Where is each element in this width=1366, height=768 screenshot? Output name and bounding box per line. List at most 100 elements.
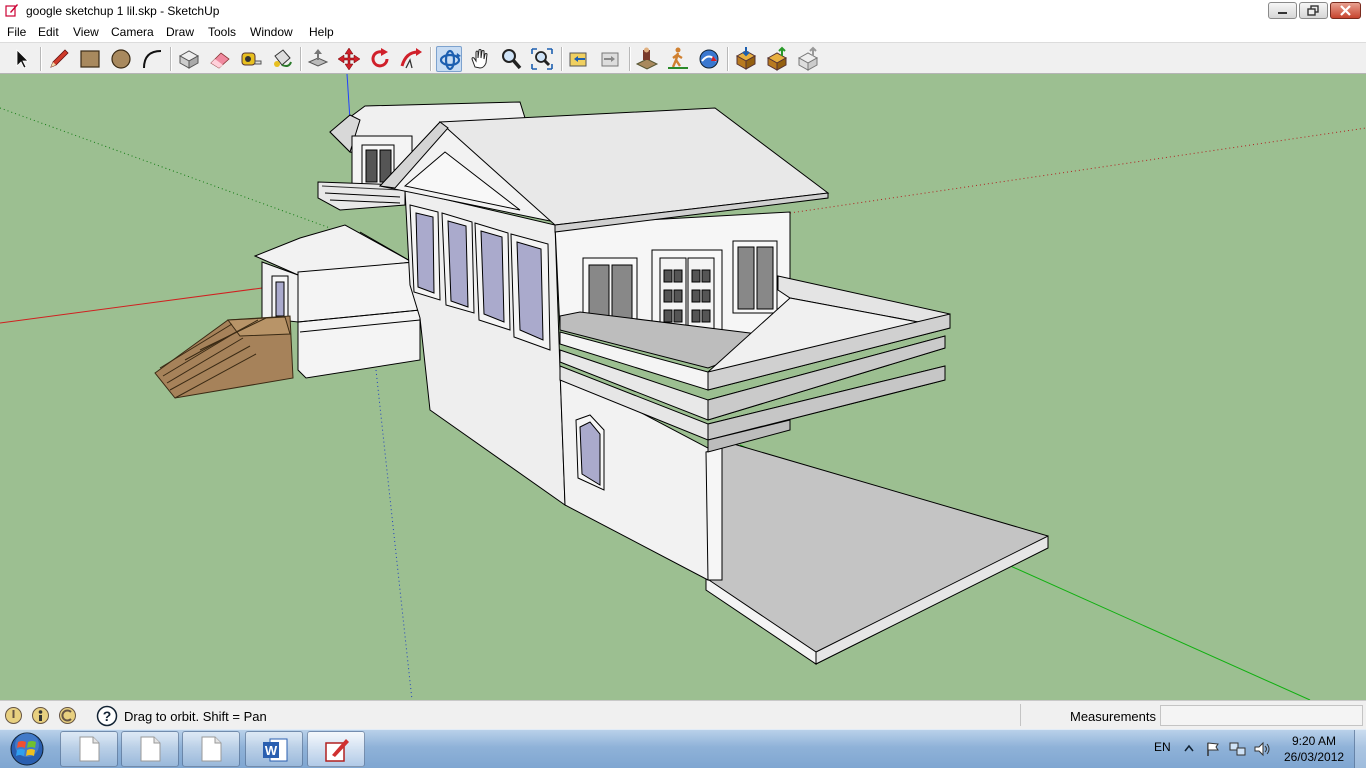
document-icon — [140, 736, 161, 762]
svg-text:?: ? — [103, 708, 112, 724]
red-axis-dotted — [789, 127, 1366, 214]
credits-icon[interactable] — [31, 706, 50, 725]
make-component-button[interactable] — [176, 46, 202, 72]
taskbar-explorer-3[interactable] — [182, 731, 240, 767]
pencil-tool-button[interactable] — [46, 46, 72, 72]
eraser-tool-button[interactable] — [207, 46, 233, 72]
geolocation-icon[interactable] — [4, 706, 23, 725]
document-icon — [201, 736, 222, 762]
restore-button[interactable] — [1299, 2, 1328, 19]
orbit-icon — [439, 49, 461, 71]
share-component-button[interactable] — [795, 46, 821, 72]
component-box-icon — [178, 50, 200, 69]
push-pull-icon — [307, 49, 329, 67]
orbit-tool-button[interactable] — [436, 46, 462, 72]
taskbar-word[interactable]: W — [245, 731, 303, 767]
rotate-icon — [371, 48, 389, 68]
clock-time[interactable]: 9:20 AM — [1292, 734, 1336, 748]
menu-draw[interactable]: Draw — [166, 25, 194, 39]
share-component-icon — [797, 46, 819, 71]
pencil-icon — [50, 49, 69, 68]
show-desktop-button[interactable] — [1354, 730, 1366, 768]
minimize-icon — [1278, 12, 1287, 14]
menu-edit[interactable]: Edit — [38, 25, 59, 39]
get-models-icon — [735, 47, 757, 70]
look-around-icon — [699, 49, 719, 69]
taskbar-explorer-1[interactable] — [60, 731, 118, 767]
document-icon — [79, 736, 100, 762]
show-hidden-icons-icon[interactable] — [1184, 744, 1194, 752]
menu-view[interactable]: View — [73, 25, 99, 39]
volume-icon[interactable] — [1253, 741, 1271, 757]
position-camera-icon — [635, 47, 659, 70]
sketchup-icon — [325, 739, 349, 762]
title-bar: google sketchup 1 lil.skp - SketchUp — [0, 0, 1366, 22]
blue-axis — [346, 74, 351, 121]
main-toolbar — [0, 42, 1366, 74]
follow-me-button[interactable] — [398, 46, 424, 72]
tape-measure-button[interactable] — [238, 46, 264, 72]
paint-bucket-button[interactable] — [269, 46, 295, 72]
window-title: google sketchup 1 lil.skp - SketchUp — [26, 4, 220, 18]
close-button[interactable] — [1330, 2, 1361, 19]
measurements-label: Measurements — [1070, 709, 1156, 724]
menu-window[interactable]: Window — [250, 25, 293, 39]
next-view-icon — [601, 52, 619, 67]
get-models-button[interactable] — [733, 46, 759, 72]
measurements-input[interactable] — [1160, 705, 1363, 726]
previous-view-icon — [569, 52, 587, 67]
zoom-extents-icon — [531, 48, 553, 70]
share-model-button[interactable] — [764, 46, 790, 72]
arc-icon — [143, 50, 162, 69]
walk-tool-button[interactable] — [665, 46, 691, 72]
language-indicator[interactable]: EN — [1154, 740, 1171, 754]
drawing-viewport[interactable] — [0, 74, 1366, 700]
previous-view-button[interactable] — [566, 46, 592, 72]
close-icon — [1340, 5, 1351, 16]
model-scene — [0, 74, 1366, 700]
menu-bar: File Edit View Camera Draw Tools Window … — [0, 22, 1366, 42]
next-view-button[interactable] — [597, 46, 623, 72]
circle-tool-button[interactable] — [108, 46, 134, 72]
move-tool-button[interactable] — [336, 46, 362, 72]
carport-slab — [705, 439, 1049, 665]
arc-tool-button[interactable] — [139, 46, 165, 72]
rectangle-tool-button[interactable] — [77, 46, 103, 72]
menu-file[interactable]: File — [7, 25, 26, 39]
pan-tool-button[interactable] — [467, 46, 493, 72]
share-model-icon — [766, 46, 788, 71]
zoom-extents-button[interactable] — [529, 46, 555, 72]
paint-bucket-icon — [274, 49, 292, 67]
taskbar: W EN 9:20 AM 26/03/2012 — [0, 729, 1366, 768]
network-icon[interactable] — [1229, 741, 1247, 757]
windows-start-icon[interactable] — [4, 731, 50, 767]
rotate-tool-button[interactable] — [367, 46, 393, 72]
arrow-cursor-icon — [16, 49, 29, 69]
menu-tools[interactable]: Tools — [208, 25, 236, 39]
action-center-flag-icon[interactable] — [1205, 741, 1221, 757]
position-camera-button[interactable] — [634, 46, 660, 72]
help-icon[interactable]: ? — [96, 705, 118, 727]
restore-icon — [1307, 5, 1319, 16]
follow-me-icon — [400, 48, 422, 69]
menu-camera[interactable]: Camera — [111, 25, 154, 39]
green-axis-dotted — [0, 107, 331, 229]
look-around-button[interactable] — [696, 46, 722, 72]
user-info-icon[interactable] — [58, 706, 77, 725]
taskbar-explorer-2[interactable] — [121, 731, 179, 767]
zoom-tool-button[interactable] — [498, 46, 524, 72]
magnifier-icon — [502, 49, 522, 70]
taskbar-sketchup[interactable] — [307, 731, 365, 767]
eraser-icon — [210, 52, 230, 69]
rectangle-icon — [80, 50, 100, 68]
move-arrows-icon — [337, 47, 361, 71]
stairs — [154, 315, 294, 399]
menu-help[interactable]: Help — [309, 25, 334, 39]
select-tool-button[interactable] — [8, 46, 34, 72]
hand-icon — [471, 49, 488, 69]
minimize-button[interactable] — [1268, 2, 1297, 19]
push-pull-button[interactable] — [305, 46, 331, 72]
circle-icon — [111, 49, 131, 69]
clock-date[interactable]: 26/03/2012 — [1284, 750, 1344, 764]
red-axis — [0, 287, 263, 324]
